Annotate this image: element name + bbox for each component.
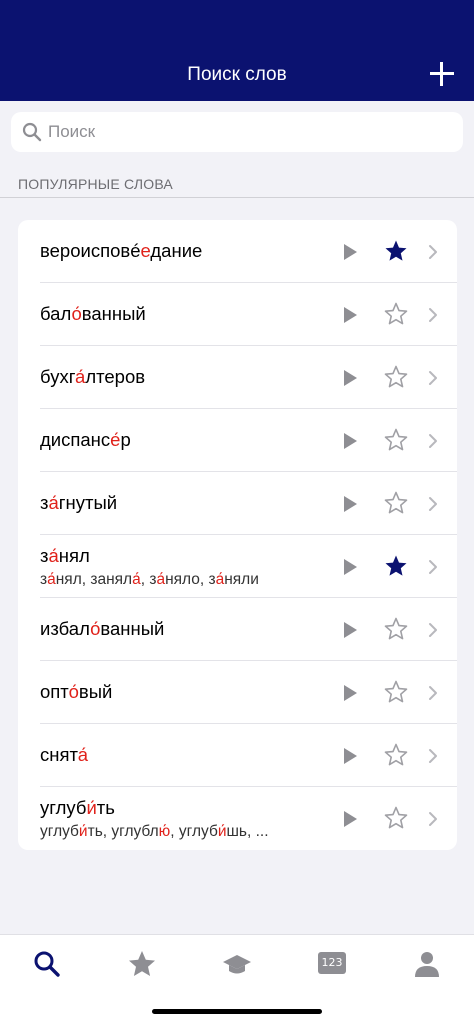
- word-forms: углуби́ть, углублю́, углуби́шь, ...: [40, 823, 269, 840]
- play-icon[interactable]: [344, 622, 357, 638]
- list-item[interactable]: бало́ванный: [18, 283, 457, 346]
- numbers-icon[interactable]: 123: [318, 952, 346, 974]
- search-icon[interactable]: [32, 949, 62, 979]
- plus-icon[interactable]: [430, 62, 454, 86]
- star-outline-icon[interactable]: [384, 617, 408, 641]
- home-indicator: [152, 1009, 322, 1014]
- star-outline-icon[interactable]: [384, 302, 408, 326]
- play-icon[interactable]: [344, 811, 357, 827]
- search-icon: [22, 122, 42, 142]
- star-outline-icon[interactable]: [384, 806, 408, 830]
- word-text: за́нял: [40, 545, 90, 566]
- play-icon[interactable]: [344, 244, 357, 260]
- play-icon[interactable]: [344, 496, 357, 512]
- list-item[interactable]: избало́ванный: [18, 598, 457, 661]
- star-icon[interactable]: [127, 949, 157, 979]
- chevron-right-icon: [429, 497, 437, 511]
- word-forms: за́нял, заняла́, за́няло, за́няли: [40, 571, 259, 588]
- page-title: Поиск слов: [187, 64, 287, 85]
- section-title: ПОПУЛЯРНЫЕ СЛОВА: [18, 176, 173, 192]
- word-text: бало́ванный: [40, 303, 146, 324]
- chevron-right-icon: [429, 686, 437, 700]
- graduation-cap-icon[interactable]: [222, 949, 252, 979]
- section-divider: [0, 197, 474, 198]
- play-icon[interactable]: [344, 685, 357, 701]
- word-text: углуби́ть: [40, 797, 115, 818]
- chevron-right-icon: [429, 749, 437, 763]
- list-item[interactable]: вероисповéедание: [18, 220, 457, 283]
- star-outline-icon[interactable]: [384, 428, 408, 452]
- chevron-right-icon: [429, 623, 437, 637]
- search-input[interactable]: [48, 112, 448, 152]
- star-outline-icon[interactable]: [384, 680, 408, 704]
- list-item[interactable]: за́гнутый: [18, 472, 457, 535]
- chevron-right-icon: [429, 812, 437, 826]
- chevron-right-icon: [429, 434, 437, 448]
- play-icon[interactable]: [344, 370, 357, 386]
- star-outline-icon[interactable]: [384, 491, 408, 515]
- play-icon[interactable]: [344, 307, 357, 323]
- chevron-right-icon: [429, 245, 437, 259]
- list-item[interactable]: за́нял за́нял, заняла́, за́няло, за́няли: [18, 535, 457, 598]
- play-icon[interactable]: [344, 559, 357, 575]
- list-item[interactable]: опто́вый: [18, 661, 457, 724]
- word-text: бухга́лтеров: [40, 366, 146, 387]
- word-text: снята́: [40, 744, 89, 765]
- chevron-right-icon: [429, 560, 437, 574]
- play-icon[interactable]: [344, 748, 357, 764]
- word-list: вероисповéедание бало́ванный бухга́лтеров д…: [18, 220, 457, 850]
- list-item[interactable]: углуби́ть углуби́ть, углублю́, углуби́шь,…: [18, 787, 457, 850]
- star-filled-icon[interactable]: [384, 239, 408, 263]
- chevron-right-icon: [429, 371, 437, 385]
- list-item[interactable]: снята́: [18, 724, 457, 787]
- profile-icon[interactable]: [412, 949, 442, 979]
- header: Поиск слов: [0, 0, 474, 101]
- word-text: за́гнутый: [40, 492, 118, 513]
- word-text: избало́ванный: [40, 618, 165, 639]
- list-item[interactable]: диспансе́р: [18, 409, 457, 472]
- word-text: вероисповéедание: [40, 240, 203, 261]
- search-bar[interactable]: [11, 112, 463, 152]
- word-text: опто́вый: [40, 681, 113, 702]
- chevron-right-icon: [429, 308, 437, 322]
- word-text: диспансе́р: [40, 429, 131, 450]
- star-filled-icon[interactable]: [384, 554, 408, 578]
- star-outline-icon[interactable]: [384, 743, 408, 767]
- list-item[interactable]: бухга́лтеров: [18, 346, 457, 409]
- play-icon[interactable]: [344, 433, 357, 449]
- star-outline-icon[interactable]: [384, 365, 408, 389]
